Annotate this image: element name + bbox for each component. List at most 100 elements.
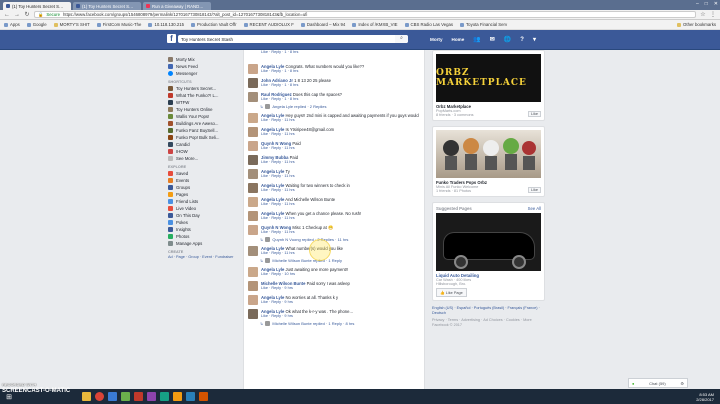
sidebar-item[interactable]: Groups <box>168 184 236 191</box>
chat-bar[interactable]: ● Chat (59) ⚙ <box>628 378 688 388</box>
comment-actions[interactable]: Like · Reply · 11 hrs <box>261 174 420 179</box>
sidebar-item[interactable]: What The Funko?! L... <box>168 92 236 99</box>
search-icon[interactable]: ⌕ <box>395 35 408 43</box>
app-icon[interactable] <box>173 392 182 401</box>
bookmark[interactable]: FirstCom Music-The <box>96 22 141 27</box>
ad-image[interactable]: ORBZ MARKETPLACE <box>436 54 541 102</box>
back-icon[interactable]: ← <box>4 12 10 18</box>
avatar[interactable] <box>248 113 258 123</box>
view-replies-link[interactable]: ↳ Michelle Wilson Bunte replied · 1 Reply… <box>244 321 424 326</box>
comment-actions[interactable]: Like · Reply · 11 hrs <box>261 230 420 235</box>
home-link[interactable]: Home <box>452 37 465 42</box>
app-icon[interactable] <box>134 392 143 401</box>
sidebar-item-news-feed[interactable]: News Feed <box>168 63 236 70</box>
bookmark[interactable]: CBS Radio Las Vegas <box>404 22 453 27</box>
app-icon[interactable] <box>199 392 208 401</box>
app-icon[interactable] <box>160 392 169 401</box>
sidebar-item-messenger[interactable]: Messenger <box>168 70 236 77</box>
sidebar-item[interactable]: Events <box>168 177 236 184</box>
comment-actions[interactable]: Like · Reply · 10 hrs <box>261 272 420 277</box>
browser-tab[interactable]: (1) Toy Hunters Secret S… <box>3 2 71 10</box>
bookmark[interactable]: Google <box>26 22 47 27</box>
avatar[interactable] <box>248 64 258 74</box>
bookmark[interactable]: Apps <box>4 22 20 27</box>
avatar[interactable] <box>248 225 258 235</box>
bookmark[interactable]: Index of /KMXB_VIE <box>352 22 398 27</box>
sidebar-item[interactable]: IHOW <box>168 148 236 155</box>
like-page-button[interactable]: 👍 Like Page <box>436 288 467 297</box>
sidebar-item[interactable]: Manage Apps <box>168 240 236 247</box>
sponsored-ad[interactable]: Funko Traders Pops Orbz Minis All Funko … <box>432 126 545 197</box>
sidebar-item[interactable]: On This Day <box>168 212 236 219</box>
avatar[interactable] <box>248 78 258 88</box>
avatar[interactable] <box>248 246 258 256</box>
sidebar-item[interactable]: Candid <box>168 141 236 148</box>
sidebar-item[interactable]: Insights <box>168 226 236 233</box>
comment-actions[interactable]: Like · Reply · 9 hrs <box>261 314 420 319</box>
comment-actions[interactable]: Like · Reply · 9 hrs <box>261 286 420 291</box>
sidebar-item[interactable]: Wallis Your Pops! <box>168 113 236 120</box>
view-replies-link[interactable]: ↳ Quynh N Vuong replied · 2 Replies · 11 … <box>244 237 424 242</box>
app-icon[interactable] <box>186 392 195 401</box>
chrome-icon[interactable] <box>95 392 104 401</box>
avatar[interactable] <box>248 141 258 151</box>
bookmark[interactable]: Dashboard – Mix 94 <box>300 22 345 27</box>
sidebar-item[interactable]: Photos <box>168 233 236 240</box>
other-bookmarks[interactable]: Other bookmarks <box>677 22 716 27</box>
comment-actions[interactable]: Like · Reply · 11 hrs <box>261 188 420 193</box>
sidebar-item[interactable]: Friend Lists <box>168 198 236 205</box>
comment-actions[interactable]: Like · Reply · 1 · 8 hrs <box>261 83 420 88</box>
friend-requests-icon[interactable]: 👥 <box>473 36 480 43</box>
comment-actions[interactable]: Like · Reply · 11 hrs <box>261 216 420 221</box>
forward-icon[interactable]: → <box>14 12 20 18</box>
suggested-page-image[interactable] <box>436 213 541 271</box>
view-replies-link[interactable]: ↳ Angela Lyle replied · 2 Replies <box>244 104 424 109</box>
help-icon[interactable]: ? <box>520 37 524 43</box>
system-tray[interactable]: 8:53 AM 2/28/2017 <box>696 392 720 402</box>
avatar[interactable] <box>248 92 258 102</box>
chevron-down-icon[interactable]: ▾ <box>533 36 536 43</box>
avatar[interactable] <box>248 197 258 207</box>
sidebar-item[interactable]: Saved <box>168 170 236 177</box>
facebook-logo-icon[interactable]: f <box>167 34 176 43</box>
messages-icon[interactable]: ✉ <box>490 36 495 43</box>
bookmark[interactable]: Toyota Financial Serv <box>460 22 507 27</box>
sidebar-item[interactable]: WTFW <box>168 99 236 106</box>
comment-actions[interactable]: Like · Reply · 9 hrs <box>261 300 420 305</box>
avatar[interactable] <box>248 127 258 137</box>
profile-link[interactable]: Morty <box>430 37 443 42</box>
browser-tab[interactable]: (1) Toy Hunters Secret S… <box>73 2 141 10</box>
sidebar-item[interactable]: Toy Hunters Online <box>168 106 236 113</box>
comment-actions[interactable]: Like · Reply · 11 hrs <box>261 132 420 137</box>
avatar[interactable] <box>248 281 258 291</box>
comment-actions[interactable]: Like · Reply · 1 · 8 hrs <box>261 69 420 74</box>
search-input[interactable]: Toy Hunters Secret Stash <box>178 35 408 43</box>
language-links[interactable]: English (US) · Español · Português (Bras… <box>432 306 545 316</box>
url-input[interactable]: 🔒 Secure https://www.facebook.com/groups… <box>34 11 696 18</box>
sidebar-item[interactable]: Toy Hunters Secret... <box>168 85 236 92</box>
avatar[interactable] <box>248 295 258 305</box>
bookmark[interactable]: Production Vault Offr <box>191 22 237 27</box>
avatar[interactable] <box>248 183 258 193</box>
bookmark[interactable]: MORTY'S SHIT <box>53 22 90 27</box>
sidebar-item[interactable]: Funko Pop! Bulk Seli... <box>168 134 236 141</box>
create-links[interactable]: Ad · Page · Group · Event · Fundraiser <box>168 255 234 260</box>
app-icon[interactable] <box>147 392 156 401</box>
reload-icon[interactable]: ↻ <box>24 11 30 18</box>
app-icon[interactable] <box>121 392 130 401</box>
file-explorer-icon[interactable] <box>82 392 91 401</box>
comment-actions[interactable]: Like · Reply · 11 hrs <box>261 118 420 123</box>
browser-tab[interactable]: Run a Giveaway | RAND… <box>143 2 211 10</box>
sidebar-item[interactable]: Live Video <box>168 205 236 212</box>
sidebar-item[interactable]: See More... <box>168 155 236 162</box>
comment-actions[interactable]: Like · Reply · 1 · 8 hrs <box>261 97 420 102</box>
avatar[interactable] <box>248 309 258 319</box>
avatar[interactable] <box>248 267 258 277</box>
comment-actions[interactable]: Like · Reply · 11 hrs <box>261 146 420 151</box>
comment-actions[interactable]: Like · Reply · 1 · 8 hrs <box>261 50 420 55</box>
like-button[interactable]: Like <box>528 187 541 193</box>
menu-icon[interactable]: ⋮ <box>710 11 716 18</box>
app-icon[interactable] <box>108 392 117 401</box>
minimize-icon[interactable]: – <box>696 1 699 7</box>
star-icon[interactable]: ☆ <box>700 11 706 18</box>
